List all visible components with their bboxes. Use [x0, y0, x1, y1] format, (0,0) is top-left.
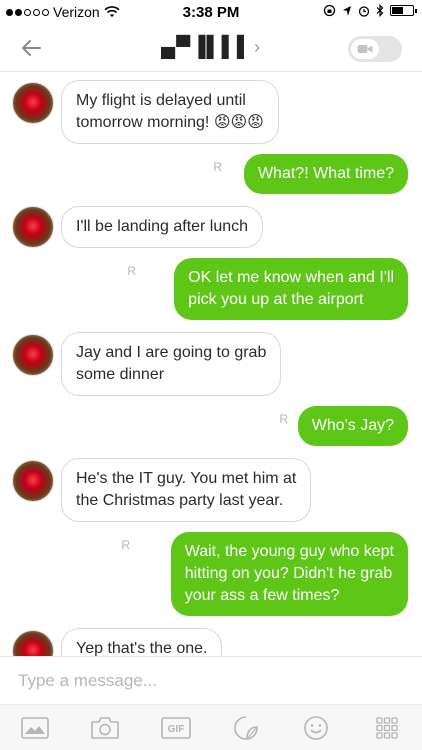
camera-button[interactable]: [87, 713, 123, 743]
incoming-message-bubble[interactable]: I'll be landing after lunch: [61, 206, 264, 248]
avatar[interactable]: [12, 630, 54, 656]
image-button[interactable]: [17, 713, 53, 743]
incoming-message-bubble[interactable]: My flight is delayed until tomorrow morn…: [61, 80, 279, 144]
message-input[interactable]: [18, 667, 398, 695]
battery-icon: [390, 5, 417, 16]
rotation-lock-icon: [323, 4, 336, 17]
contact-name: ▄▀▐▌▌▌: [160, 36, 253, 58]
avatar[interactable]: [12, 334, 54, 376]
status-bar: Verizon 3:38 PM: [0, 0, 422, 24]
message-text: What?! What time?: [257, 165, 394, 182]
apps-grid-icon: [376, 716, 398, 739]
sticker-icon: [234, 715, 258, 740]
message-composer: [0, 656, 422, 704]
gif-icon: GIF: [161, 716, 191, 739]
attachment-toolbar: GIF: [0, 704, 422, 750]
incoming-message-bubble[interactable]: Yep that's the one.: [61, 628, 223, 656]
alarm-icon: [358, 5, 370, 17]
message-text: My flight is delayed until tomorrow morn…: [76, 92, 264, 131]
video-call-toggle[interactable]: [348, 36, 402, 62]
conversation-header: ▄▀▐▌▌▌ ›: [0, 24, 422, 72]
sticker-button[interactable]: [228, 713, 264, 743]
message-list[interactable]: My flight is delayed until tomorrow morn…: [0, 72, 422, 656]
chevron-right-icon: ›: [254, 37, 262, 57]
message-text: OK let me know when and I'll pick you up…: [188, 269, 394, 308]
image-icon: [21, 716, 49, 739]
apps-button[interactable]: [369, 713, 405, 743]
outgoing-message-bubble[interactable]: What?! What time?: [243, 154, 408, 194]
message-text: I'll be landing after lunch: [76, 218, 249, 235]
message-text: He's the IT guy. You met him at the Chri…: [76, 470, 297, 509]
read-receipt-icon: R: [213, 160, 222, 174]
read-receipt-icon: R: [127, 264, 136, 278]
video-camera-icon: [351, 39, 379, 59]
read-receipt-icon: R: [279, 412, 288, 426]
outgoing-message-bubble[interactable]: OK let me know when and I'll pick you up…: [174, 258, 408, 320]
avatar[interactable]: [12, 206, 54, 248]
status-right: [323, 4, 417, 17]
avatar[interactable]: [12, 460, 54, 502]
message-text: Jay and I are going to grab some dinner: [76, 344, 267, 383]
message-text: Yep that's the one.: [76, 640, 208, 656]
gif-button[interactable]: GIF: [158, 713, 194, 743]
emoji-icon: [304, 715, 329, 740]
emoji-button[interactable]: [298, 713, 334, 743]
bluetooth-icon: [376, 4, 384, 17]
outgoing-message-bubble[interactable]: Wait, the young guy who kept hitting on …: [170, 532, 408, 616]
gif-label: GIF: [167, 724, 184, 735]
message-text: Wait, the young guy who kept hitting on …: [184, 543, 394, 604]
outgoing-message-bubble[interactable]: Who's Jay?: [297, 406, 408, 446]
avatar[interactable]: [12, 82, 54, 124]
location-icon: [343, 5, 351, 16]
camera-icon: [91, 716, 120, 739]
message-text: Who's Jay?: [311, 417, 394, 434]
incoming-message-bubble[interactable]: He's the IT guy. You met him at the Chri…: [61, 458, 312, 522]
read-receipt-icon: R: [121, 538, 130, 552]
incoming-message-bubble[interactable]: Jay and I are going to grab some dinner: [61, 332, 282, 396]
